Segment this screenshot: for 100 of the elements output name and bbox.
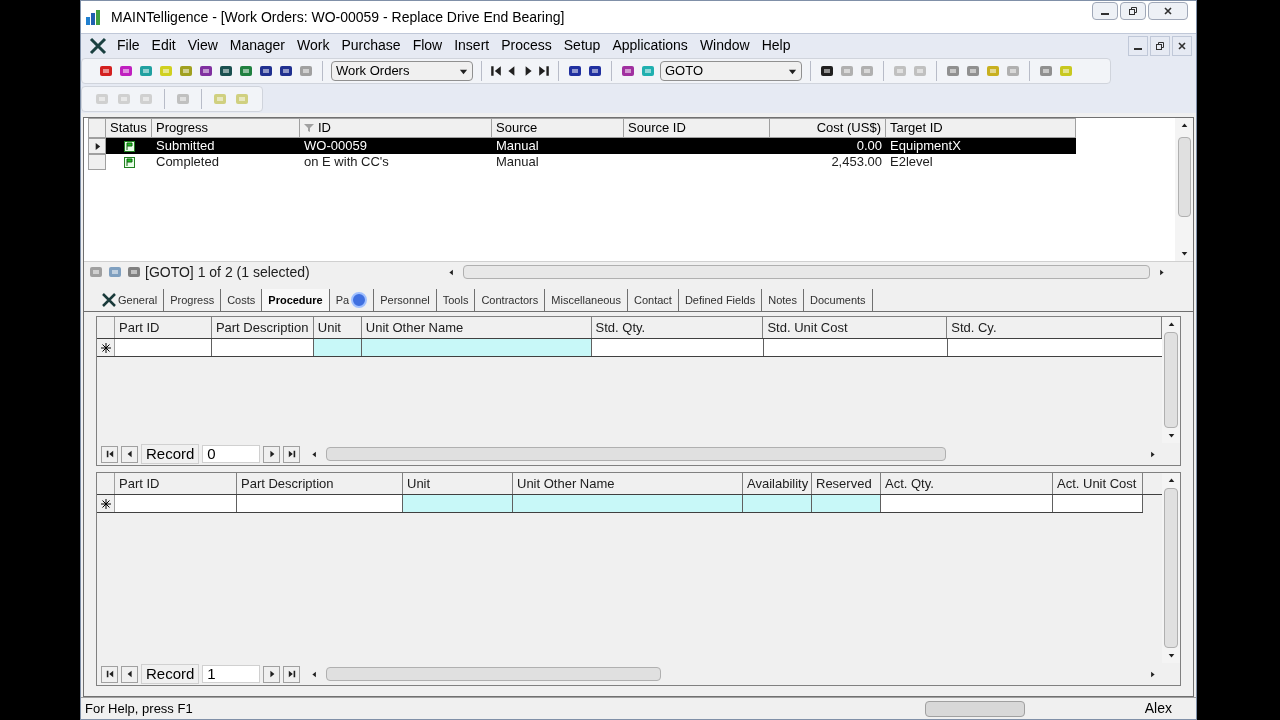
column-header[interactable]: Cost (US$) [770,118,886,138]
grid-cell[interactable] [362,339,592,356]
minimize-button[interactable] [1128,35,1148,56]
grid-cell[interactable] [592,339,764,356]
record-field[interactable]: 1 [202,665,261,683]
table-cell: E2level [890,154,933,169]
tab[interactable]: Miscellaneous [545,289,628,311]
tab[interactable]: General [96,289,165,311]
scrollbar[interactable] [1162,317,1180,443]
column-header[interactable]: Source [492,118,624,138]
right-arrow-icon [267,670,276,678]
left-arrow-icon [125,450,134,458]
menu-item[interactable]: View [181,35,224,56]
previous-record-button[interactable] [121,445,138,463]
grid-cell[interactable] [812,495,881,512]
new-row-icon [100,498,111,509]
up-arrow-icon [1180,122,1188,129]
grid-cell[interactable] [314,339,362,356]
left-arrow-icon [125,670,134,678]
window-title: MAINTelligence - [Work Orders: WO-00059 - Replace Drive End Bearing] [111,7,565,27]
right-arrow-icon [267,450,276,458]
minimize-button[interactable] [1092,2,1118,20]
tab[interactable]: Defined Fields [678,289,763,311]
menu-item[interactable]: Help [755,35,797,56]
down-arrow-icon [1167,432,1175,439]
table-cell: EquipmentX [890,138,961,153]
menu-item[interactable]: Purchase [335,35,407,56]
menu-item[interactable]: Work [291,35,336,56]
menu-item[interactable]: Window [693,35,756,56]
module-dropdown[interactable]: Work Orders [331,61,473,81]
first-record-button[interactable] [101,445,118,463]
tab[interactable]: Pa [329,289,375,311]
column-header[interactable]: Source ID [624,118,770,138]
last-icon[interactable] [538,65,550,77]
grid-cell[interactable] [1053,495,1143,512]
flag-icon [123,140,135,152]
tab[interactable]: Documents [804,289,873,311]
restore-icon [1155,40,1165,51]
tab[interactable]: Notes [762,289,804,311]
tab[interactable]: Contact [628,289,679,311]
last-record-button[interactable] [283,665,301,683]
up-arrow-icon [1167,477,1175,484]
column-label: Source ID [628,119,686,138]
grid-cell[interactable] [513,495,743,512]
scrollbar[interactable] [311,446,1156,462]
table-cell: WO-00059 [304,138,367,153]
grid-cell[interactable] [212,339,314,356]
column-header[interactable]: Target ID [886,118,1076,138]
menu-item[interactable]: Manager [223,35,292,56]
tab[interactable]: Progress [164,289,222,311]
tab[interactable]: Personnel [374,289,437,311]
tab[interactable]: Tools [436,289,476,311]
user-name: Alex [1144,699,1172,718]
column-header[interactable]: Progress [152,118,300,138]
grid-cell[interactable] [948,339,1163,356]
grid-cell[interactable] [115,495,237,512]
grid-cell[interactable] [743,495,812,512]
column-header[interactable]: ID [300,118,492,138]
new-row-icon [100,342,111,353]
scrollbar[interactable] [1175,118,1193,261]
restore-button[interactable] [1120,2,1146,20]
menu-item[interactable]: Applications [606,35,694,56]
menu-item[interactable]: File [111,35,146,56]
table-cell: 2,453.00 [831,154,882,169]
first-icon[interactable] [490,65,502,77]
menu-item[interactable]: Process [495,35,558,56]
first-record-button[interactable] [101,665,118,683]
tab[interactable]: Contractors [475,289,546,311]
scrollbar[interactable] [1162,473,1180,663]
next-record-button[interactable] [263,665,281,683]
grid-cell[interactable] [403,495,513,512]
column-label: Status [110,119,147,138]
right-arrow-icon [1158,268,1165,276]
restore-icon [1128,6,1138,16]
menu-item[interactable]: Setup [557,35,607,56]
menu-item[interactable]: Insert [448,35,496,56]
up-arrow-icon [1167,321,1175,328]
scrollbar[interactable] [311,666,1156,682]
tab[interactable]: Procedure [262,289,330,311]
restore-button[interactable] [1150,35,1170,56]
goto-dropdown[interactable]: GOTO [660,61,802,81]
last-record-button[interactable] [283,445,301,463]
app-icon [85,8,103,26]
menu-item[interactable]: Edit [145,35,182,56]
table-row[interactable]: Submitted WO-00059 Manual 0.00 EquipmentX [88,138,1076,154]
column-header[interactable]: Status [106,118,152,138]
row-selector[interactable] [88,138,106,154]
close-button[interactable] [1172,35,1192,56]
grid-cell[interactable] [764,339,948,356]
previous-record-button[interactable] [121,665,138,683]
scrollbar[interactable] [448,265,1165,279]
first-icon [105,670,114,678]
list-status: [GOTO] 1 of 2 (1 selected) [145,262,311,282]
grid-cell[interactable] [237,495,403,512]
left-arrow-icon [311,450,319,458]
record-field[interactable]: 0 [202,445,261,463]
grid-cell[interactable] [881,495,1053,512]
next-record-button[interactable] [263,445,281,463]
menu-item[interactable]: Flow [406,35,449,56]
grid-cell[interactable] [115,339,212,356]
